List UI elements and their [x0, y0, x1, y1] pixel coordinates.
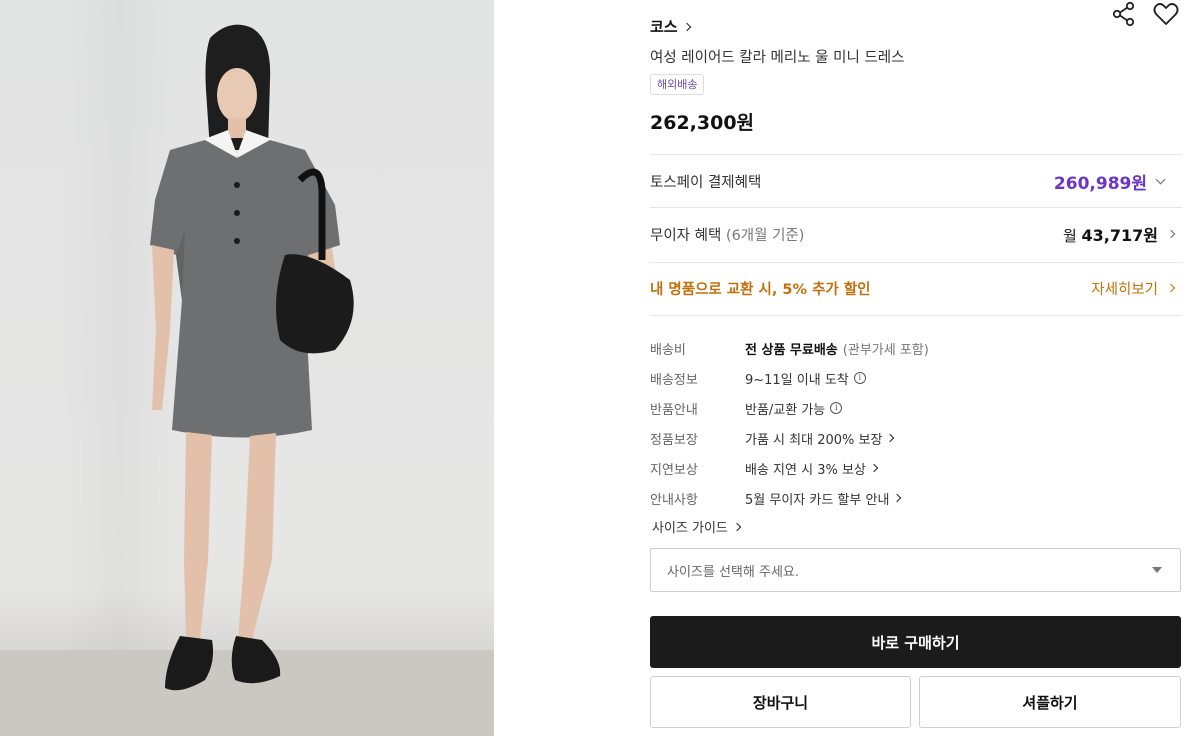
info-key: 안내사항 [650, 492, 698, 508]
divider [650, 154, 1182, 155]
info-key: 지연보상 [650, 462, 698, 478]
chevron-right-icon [682, 22, 691, 31]
installment-label-text: 무이자 혜택 [650, 227, 722, 244]
info-value-text: 5월 무이자 카드 할부 안내 [745, 492, 890, 508]
brand-link[interactable]: 코스 [650, 16, 691, 37]
info-value-text: 9~11일 이내 도착 [745, 372, 849, 388]
shuffle-button[interactable]: 셔플하기 [919, 676, 1181, 728]
divider [650, 262, 1182, 263]
overseas-shipping-badge: 해외배송 [650, 74, 705, 95]
tosspay-price: 260,989원 [1053, 173, 1147, 194]
buy-now-button[interactable]: 바로 구매하기 [650, 616, 1181, 668]
product-price: 262,300원 [650, 112, 755, 134]
size-guide-label: 사이즈 가이드 [652, 521, 728, 536]
model-illustration [150, 24, 354, 691]
info-value-text: 가품 시 최대 200% 보장 [745, 432, 883, 448]
chevron-right-icon [1166, 229, 1176, 239]
share-icon[interactable] [1110, 0, 1138, 28]
installment-label-sub: (6개월 기준) [725, 227, 805, 244]
chevron-right-icon [886, 433, 895, 443]
list-item: 반품안내 반품/교환 가능 i [650, 393, 1182, 423]
chevron-right-icon [893, 493, 902, 503]
product-title: 여성 레이어드 칼라 메리노 울 미니 드레스 [650, 50, 905, 66]
product-info-panel: 코스 여성 레이어드 칼라 메리노 울 미니 드레스 해외배송 262,300원… [650, 0, 1182, 736]
installment-prefix: 월 [1062, 227, 1077, 245]
cart-button[interactable]: 장바구니 [650, 676, 911, 728]
shipping-info-list: 배송비 전 상품 무료배송 (관부가세 포함) 배송정보 9~11일 이내 도착… [650, 333, 1182, 513]
installment-monthly: 월 43,717원 [1063, 222, 1158, 246]
tosspay-label: 토스페이 결제혜택 [650, 174, 762, 191]
divider [650, 207, 1182, 208]
chevron-down-icon [1155, 174, 1166, 184]
trade-in-promo-row[interactable]: 내 명품으로 교환 시, 5% 추가 할인 자세히보기 [650, 277, 1182, 299]
list-item: 안내사항 5월 무이자 카드 할부 안내 [650, 483, 1182, 513]
chevron-right-icon [1166, 283, 1176, 293]
info-icon[interactable]: i [830, 402, 843, 414]
heart-icon[interactable] [1152, 0, 1180, 28]
product-image[interactable] [0, 0, 494, 736]
info-value-extra: (관부가세 포함) [842, 342, 929, 358]
size-guide-link[interactable]: 사이즈 가이드 [652, 517, 742, 536]
info-value[interactable]: 가품 시 최대 200% 보장 [745, 429, 895, 448]
divider [650, 315, 1182, 316]
info-value-text: 배송 지연 시 3% 보상 [745, 462, 866, 478]
list-item: 배송비 전 상품 무료배송 (관부가세 포함) [650, 333, 1182, 363]
info-key: 정품보장 [650, 432, 698, 448]
installment-benefit-row[interactable]: 무이자 혜택 (6개월 기준) 월 43,717원 [650, 223, 1182, 245]
info-value-text: 반품/교환 가능 [745, 402, 826, 418]
list-item: 정품보장 가품 시 최대 200% 보장 [650, 423, 1182, 453]
details-link[interactable]: 자세히보기 [1091, 278, 1158, 299]
info-key: 반품안내 [650, 402, 698, 418]
info-value[interactable]: 배송 지연 시 3% 보상 [745, 459, 879, 478]
info-value: 전 상품 무료배송 (관부가세 포함) [745, 339, 929, 358]
info-value[interactable]: 9~11일 이내 도착 i [745, 369, 866, 388]
size-select[interactable]: 사이즈를 선택해 주세요. [650, 548, 1181, 592]
info-key: 배송정보 [650, 372, 698, 388]
top-actions [1110, 0, 1180, 28]
installment-price: 43,717원 [1081, 226, 1158, 245]
brand-name: 코스 [650, 18, 678, 36]
tosspay-benefit-row[interactable]: 토스페이 결제혜택 260,989원 [650, 170, 1182, 194]
size-select-placeholder: 사이즈를 선택해 주세요. [667, 564, 799, 580]
info-key: 배송비 [650, 342, 686, 358]
list-item: 배송정보 9~11일 이내 도착 i [650, 363, 1182, 393]
dropdown-arrow-icon [1152, 567, 1162, 573]
info-value[interactable]: 반품/교환 가능 i [745, 399, 843, 418]
info-value[interactable]: 5월 무이자 카드 할부 안내 [745, 489, 902, 508]
installment-label: 무이자 혜택 (6개월 기준) [650, 224, 804, 245]
list-item: 지연보상 배송 지연 시 3% 보상 [650, 453, 1182, 483]
chevron-right-icon [732, 522, 742, 531]
chevron-right-icon [869, 463, 879, 473]
info-icon[interactable]: i [853, 372, 866, 384]
trade-in-promo-text: 내 명품으로 교환 시, 5% 추가 할인 [650, 281, 871, 298]
info-value-text: 전 상품 무료배송 [745, 342, 838, 358]
